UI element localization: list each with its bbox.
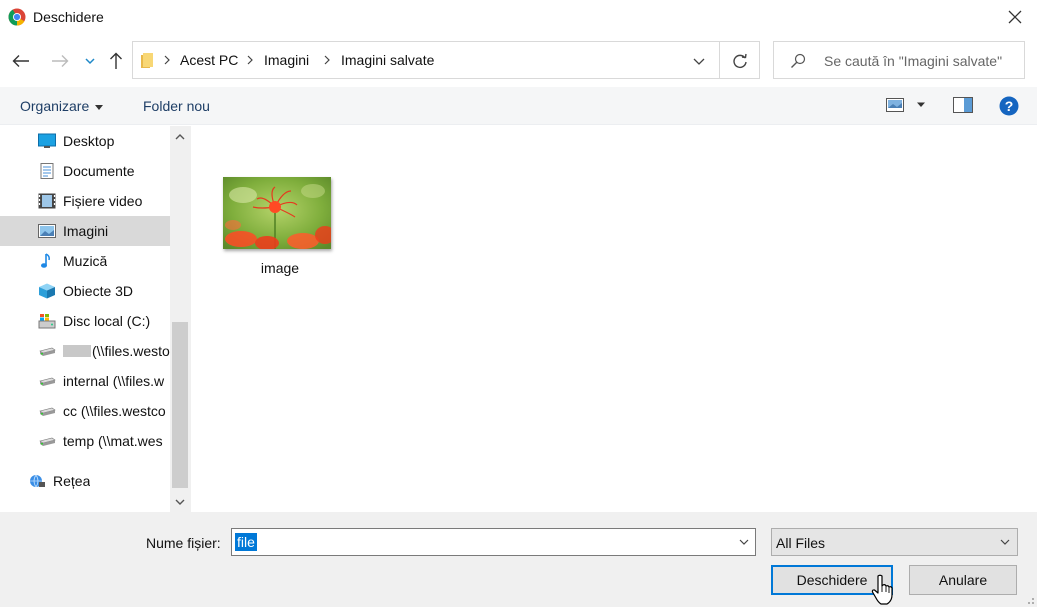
- filename-input[interactable]: file: [231, 528, 756, 556]
- sidebar-item-label: Fișiere video: [63, 193, 143, 209]
- sidebar-item-pictures[interactable]: Imagini: [0, 216, 170, 246]
- local-disk-icon: [38, 314, 56, 329]
- navigation-pane: Desktop Documente Fișiere video Imagini …: [0, 126, 190, 512]
- sidebar-item-videos[interactable]: Fișiere video: [0, 186, 170, 216]
- title-bar: Deschidere: [0, 0, 1037, 34]
- file-list: image: [191, 126, 1037, 512]
- chevron-down-icon: [175, 499, 185, 505]
- desktop-icon: [38, 133, 56, 148]
- filetype-value: All Files: [776, 535, 826, 551]
- filename-value: file: [235, 533, 257, 551]
- chevron-right-icon: [324, 55, 330, 65]
- navigation-bar: Acest PC Imagini Imagini salvate Se caut…: [0, 38, 1037, 84]
- chevron-down-icon: [1000, 539, 1010, 545]
- sidebar-item-network[interactable]: Rețea: [0, 466, 170, 496]
- sidebar-item-label: Documente: [63, 163, 135, 179]
- video-icon: [38, 193, 56, 209]
- command-bar: Organizare Folder nou ?: [0, 87, 1037, 125]
- chevron-right-icon: [247, 55, 253, 65]
- sidebar-item-label: temp (\\mat.wes: [63, 433, 163, 449]
- sidebar-scrollbar[interactable]: [170, 126, 190, 512]
- scroll-thumb[interactable]: [172, 322, 188, 488]
- music-icon: [41, 253, 50, 268]
- recent-locations-button[interactable]: [80, 50, 100, 72]
- filetype-select[interactable]: All Files: [771, 528, 1018, 556]
- sidebar-item-desktop[interactable]: Desktop: [0, 126, 170, 156]
- dialog-footer: Nume fișier: file All Files Deschidere A…: [0, 512, 1037, 607]
- refresh-icon[interactable]: [729, 50, 751, 72]
- sidebar-item-label: Obiecte 3D: [63, 283, 134, 299]
- chrome-icon: [8, 8, 26, 26]
- close-icon: [1008, 10, 1022, 24]
- network-drive-icon: [39, 347, 56, 356]
- arrow-right-icon: [52, 55, 69, 67]
- view-dropdown-icon[interactable]: [916, 102, 926, 108]
- sidebar-item-label: (\\files.westo: [92, 343, 170, 359]
- new-folder-button[interactable]: Folder nou: [143, 98, 210, 114]
- sidebar-item-network-drive[interactable]: internal (\\files.w: [0, 366, 170, 396]
- sidebar-item-local-disk[interactable]: Disc local (C:): [0, 306, 170, 336]
- 3d-objects-icon: [39, 283, 55, 299]
- sidebar-item-documents[interactable]: Documente: [0, 156, 170, 186]
- sidebar-item-label: Imagini: [63, 223, 109, 239]
- search-icon: [791, 53, 806, 68]
- sidebar-item-3d-objects[interactable]: Obiecte 3D: [0, 276, 170, 306]
- sidebar-item-label: Desktop: [63, 133, 115, 149]
- search-box[interactable]: Se caută în "Imagini salvate": [773, 41, 1025, 79]
- network-drive-icon: [39, 407, 56, 416]
- network-drive-icon: [39, 377, 56, 386]
- arrow-left-icon: [12, 55, 29, 67]
- chevron-down-icon: [85, 58, 95, 65]
- scroll-up-button[interactable]: [170, 126, 190, 146]
- breadcrumb-saved-pictures[interactable]: Imagini salvate: [341, 52, 434, 68]
- up-button[interactable]: [105, 50, 127, 72]
- sidebar-item-network-drive[interactable]: temp (\\mat.wes: [0, 426, 170, 456]
- caret-down-icon: [95, 104, 104, 110]
- cancel-button[interactable]: Anulare: [909, 565, 1017, 595]
- pictures-icon: [38, 224, 56, 238]
- folder-icon: [141, 53, 153, 68]
- address-bar[interactable]: Acest PC Imagini Imagini salvate: [132, 41, 760, 79]
- resize-grip-icon[interactable]: [1023, 593, 1035, 605]
- organize-label: Organizare: [20, 98, 90, 114]
- scroll-down-button[interactable]: [170, 492, 190, 512]
- sidebar-item-network-drive[interactable]: (\\files.westo: [0, 336, 170, 366]
- chevron-down-icon[interactable]: [689, 51, 709, 71]
- chevron-down-icon[interactable]: [737, 535, 751, 549]
- breadcrumb-this-pc[interactable]: Acest PC: [180, 52, 238, 68]
- sidebar-item-label: Rețea: [53, 473, 91, 489]
- sidebar-item-label: cc (\\files.westco: [63, 403, 166, 419]
- help-icon[interactable]: ?: [999, 96, 1019, 116]
- sidebar-item-label: internal (\\files.w: [63, 373, 165, 389]
- filename-label: Nume fișier:: [146, 535, 221, 551]
- network-drive-icon: [39, 437, 56, 446]
- chevron-up-icon: [175, 133, 185, 139]
- forward-button[interactable]: [49, 50, 71, 72]
- organize-menu[interactable]: Organizare: [20, 98, 104, 114]
- back-button[interactable]: [10, 50, 32, 72]
- breadcrumb-pictures[interactable]: Imagini: [264, 52, 309, 68]
- view-mode-icon[interactable]: [886, 98, 904, 112]
- arrow-up-icon: [110, 52, 122, 69]
- file-item[interactable]: image: [213, 168, 347, 288]
- redacted-label: [63, 345, 91, 357]
- address-divider: [719, 42, 720, 78]
- sidebar-item-network-drive[interactable]: cc (\\files.westco: [0, 396, 170, 426]
- search-placeholder: Se caută în "Imagini salvate": [824, 53, 1003, 69]
- documents-icon: [40, 163, 54, 179]
- file-name: image: [260, 260, 300, 276]
- network-icon: [30, 474, 45, 488]
- image-thumbnail: [223, 177, 331, 249]
- svg-text:?: ?: [1005, 98, 1014, 114]
- open-button[interactable]: Deschidere: [771, 565, 893, 595]
- window-title: Deschidere: [33, 9, 104, 25]
- sidebar-item-music[interactable]: Muzică: [0, 246, 170, 276]
- sidebar-item-label: Muzică: [63, 253, 108, 269]
- chevron-right-icon: [164, 55, 170, 65]
- sidebar-item-label: Disc local (C:): [63, 313, 151, 329]
- close-button[interactable]: [993, 0, 1037, 34]
- preview-pane-icon[interactable]: [953, 97, 973, 113]
